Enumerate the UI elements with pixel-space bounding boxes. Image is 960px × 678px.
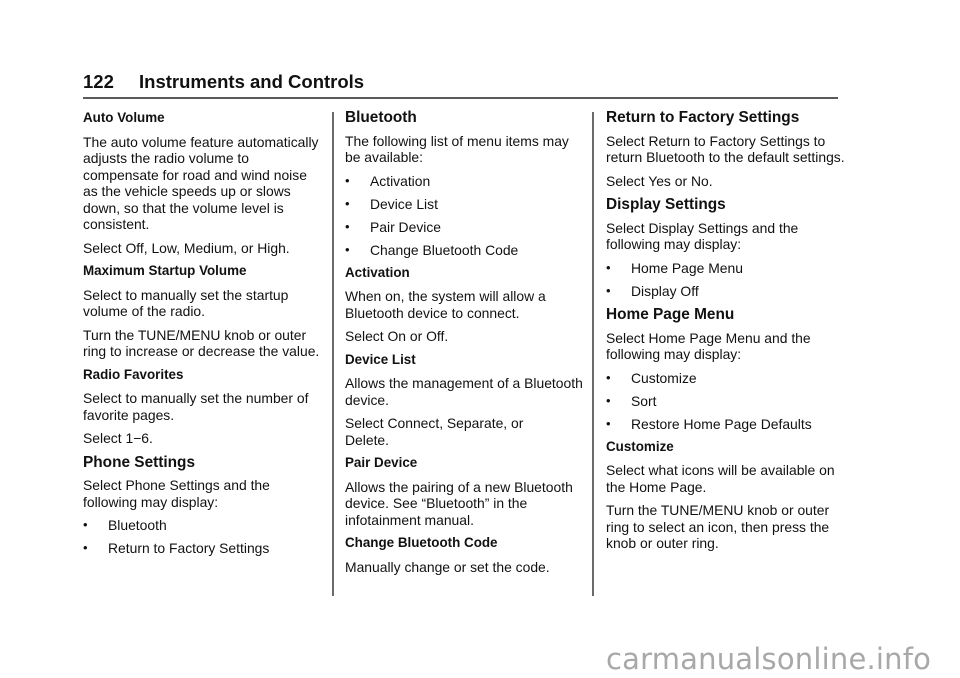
page-header: 122 Instruments and Controls [83, 71, 838, 97]
bullet-icon: • [83, 517, 88, 532]
activation-options: Select On or Off. [345, 328, 449, 344]
home-page-menu-heading: Home Page Menu [606, 306, 735, 323]
customize-instruction: Turn the TUNE/MENU knob or outer ring to… [606, 502, 830, 551]
header-rule [83, 97, 838, 99]
display-settings-heading: Display Settings [606, 196, 726, 213]
list-item-text: Change Bluetooth Code [370, 241, 519, 258]
list-item-text: Restore Home Page Defaults [631, 415, 812, 432]
display-settings-list: • Home Page Menu • Display Off [606, 260, 846, 300]
bullet-icon: • [606, 369, 611, 385]
max-startup-volume-instruction: Turn the TUNE/MENU knob or outer ring to… [83, 326, 320, 360]
list-item: • Change Bluetooth Code [345, 242, 585, 259]
list-item-text: Sort [631, 392, 657, 409]
home-page-menu-list: • Customize • Sort • Restore Home Page Defa… [606, 370, 846, 433]
radio-favorites-body: Select to manually set the number of fav… [83, 390, 309, 423]
max-startup-volume-heading: Maximum Startup Volume [83, 263, 247, 278]
factory-settings-options: Select Yes or No. [606, 172, 713, 189]
list-item: • Customize [606, 370, 846, 387]
bullet-icon: • [606, 282, 611, 298]
activation-heading: Activation [345, 264, 410, 280]
device-list-body: Allows the management of a Bluetooth dev… [345, 375, 583, 408]
list-item: • Sort [606, 393, 846, 410]
bullet-icon: • [345, 195, 350, 211]
list-item-text: Device List [370, 195, 438, 212]
column-divider [332, 112, 334, 596]
auto-volume-heading: Auto Volume [83, 110, 165, 125]
column-1: Auto Volume The auto volume feature auto… [83, 110, 323, 563]
radio-favorites-range: Select 1−6. [83, 430, 153, 446]
factory-settings-body: Select Return to Factory Settings to ret… [606, 132, 845, 166]
bullet-icon: • [606, 392, 611, 408]
column-2: Bluetooth The following list of menu ite… [345, 109, 585, 582]
phone-settings-list: • Bluetooth • Return to Factory Settings [83, 517, 323, 557]
bullet-icon: • [345, 172, 350, 188]
auto-volume-options: Select Off, Low, Medium, or High. [83, 239, 290, 256]
auto-volume-body: The auto volume feature automatically ad… [83, 133, 319, 233]
list-item-text: Pair Device [370, 218, 442, 235]
column-divider [592, 112, 594, 596]
max-startup-volume-body: Select to manually set the startup volum… [83, 286, 289, 320]
list-item-text: Display Off [631, 282, 699, 299]
list-item-text: Activation [370, 172, 431, 189]
list-item: • Home Page Menu [606, 260, 846, 277]
customize-heading: Customize [606, 438, 674, 454]
chapter-title: Instruments and Controls [139, 71, 365, 92]
column-3: Return to Factory Settings Select Return… [606, 109, 846, 559]
customize-body: Select what icons will be available on t… [606, 462, 835, 495]
pair-device-heading: Pair Device [345, 455, 418, 470]
radio-favorites-heading: Radio Favorites [83, 366, 184, 382]
factory-settings-heading: Return to Factory Settings [606, 109, 800, 126]
list-item-text: Return to Factory Settings [108, 540, 270, 556]
list-item: • Return to Factory Settings [83, 540, 323, 557]
watermark: carmanualsonline.info [606, 642, 932, 676]
list-item: • Activation [345, 173, 585, 190]
device-list-heading: Device List [345, 351, 416, 367]
list-item: • Device List [345, 196, 585, 213]
list-item: • Restore Home Page Defaults [606, 416, 846, 433]
change-code-heading: Change Bluetooth Code [345, 535, 498, 550]
device-list-options: Select Connect, Separate, or Delete. [345, 415, 524, 448]
home-page-menu-body: Select Home Page Menu and the following … [606, 329, 811, 363]
bullet-icon: • [345, 241, 350, 257]
list-item-text: Customize [631, 369, 697, 386]
bullet-icon: • [606, 415, 611, 431]
bullet-icon: • [83, 540, 88, 555]
pair-device-body: Allows the pairing of a new Bluetooth de… [345, 478, 573, 528]
bullet-icon: • [345, 218, 350, 234]
list-item-text: Home Page Menu [631, 259, 743, 276]
phone-settings-body: Select Phone Settings and the following … [83, 477, 270, 510]
list-item: • Pair Device [345, 219, 585, 236]
bluetooth-heading: Bluetooth [345, 109, 417, 126]
bluetooth-body: The following list of menu items may be … [345, 132, 569, 166]
activation-body: When on, the system will allow a Bluetoo… [345, 288, 546, 321]
bullet-icon: • [606, 259, 611, 275]
page-number: 122 [83, 71, 114, 92]
phone-settings-heading: Phone Settings [83, 453, 196, 471]
list-item: • Display Off [606, 283, 846, 300]
bluetooth-list: • Activation • Device List • Pair Device • C… [345, 173, 585, 259]
display-settings-body: Select Display Settings and the followin… [606, 219, 799, 253]
change-code-body: Manually change or set the code. [345, 558, 550, 575]
list-item-text: Bluetooth [108, 517, 167, 533]
list-item: • Bluetooth [83, 517, 323, 534]
